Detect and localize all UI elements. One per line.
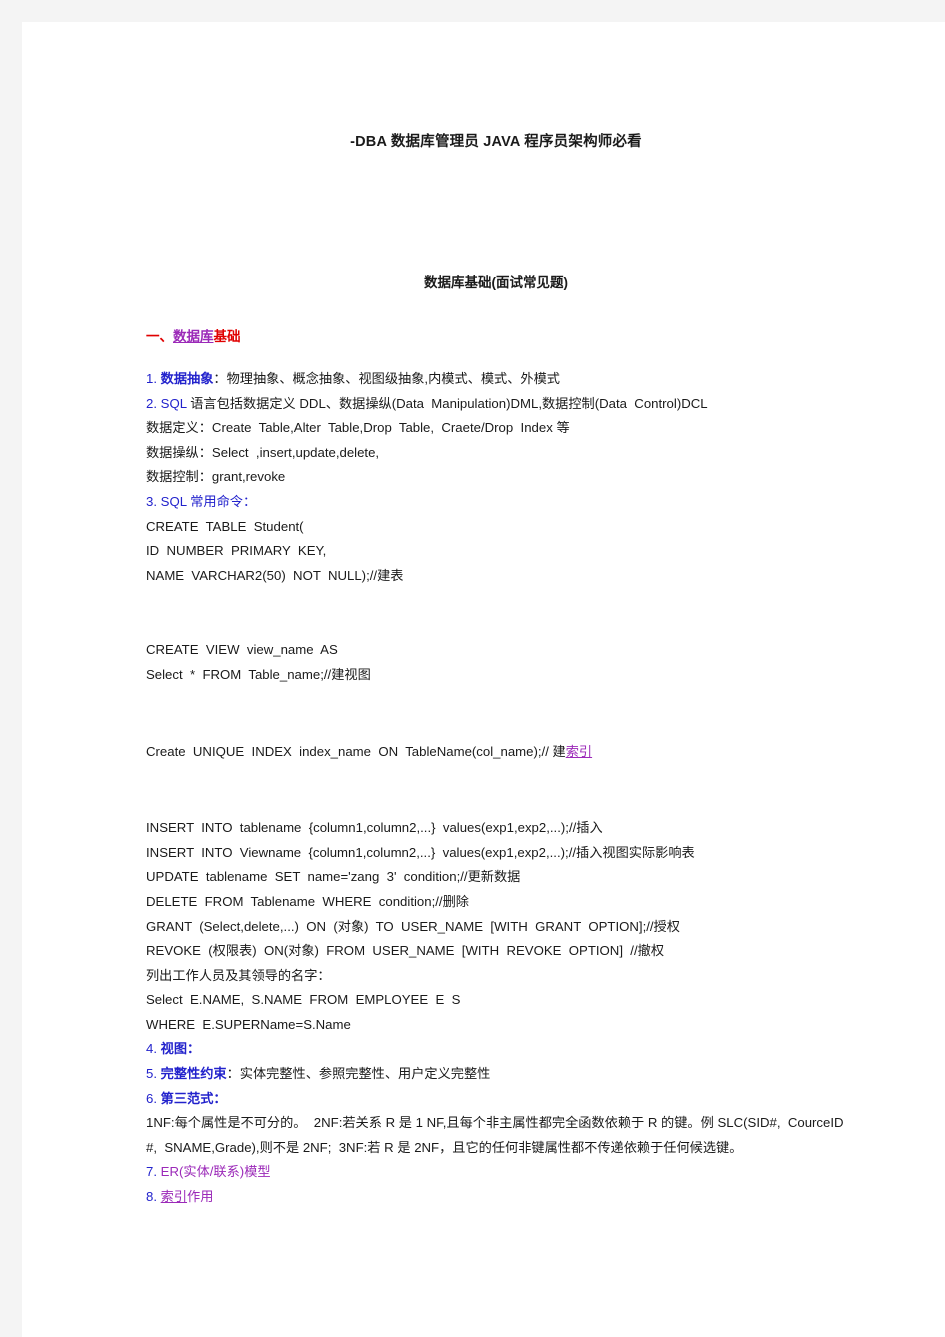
- link-database[interactable]: 数据库: [173, 329, 214, 344]
- create-table-line-2: NAME VARCHAR2(50) NOT NULL);//建表: [146, 567, 404, 583]
- link-index-1[interactable]: 索引: [566, 744, 592, 759]
- sql-subline-2: 数据控制：grant,revoke: [146, 469, 286, 485]
- document-page: -DBA 数据库管理员 JAVA 程序员架构师必看 数据库基础(面试常见题) 一…: [22, 22, 945, 1337]
- list-item-2-number: 2.: [146, 395, 157, 411]
- list-item-2-rest: 语言包括数据定义 DDL、数据操纵(Data Manipulation)DML,…: [190, 395, 708, 411]
- list-item-7: 7. ER(实体/联系)模型: [146, 1160, 846, 1185]
- create-table-line-0: CREATE TABLE Student(: [146, 518, 304, 534]
- document-subtitle: 数据库基础(面试常见题): [424, 275, 568, 290]
- list-item-4-rest: ：: [187, 1041, 201, 1057]
- section-heading: 一、数据库基础: [146, 325, 846, 345]
- document-title: -DBA 数据库管理员 JAVA 程序员架构师必看: [350, 134, 642, 150]
- list-item-4-number: 4.: [146, 1041, 157, 1057]
- list-item-6-keyword: 第三范式: [160, 1090, 214, 1106]
- document-content: -DBA 数据库管理员 JAVA 程序员架构师必看 数据库基础(面试常见题) 一…: [146, 22, 846, 1210]
- list-item-1-keyword: 数据抽象: [160, 371, 214, 386]
- list-item-8-rest: 作用: [187, 1189, 214, 1205]
- dml-line-7: Select E.NAME, S.NAME FROM EMPLOYEE E S: [146, 992, 461, 1008]
- list-item-5-number: 5.: [146, 1066, 157, 1082]
- create-index-line: Create UNIQUE INDEX index_name ON TableN…: [146, 740, 846, 765]
- dml-line-2: UPDATE tablename SET name='zang 3' condi…: [146, 869, 521, 885]
- list-item-6-number: 6.: [146, 1090, 157, 1106]
- create-view-line-1: Select * FROM Table_name;//建视图: [146, 666, 371, 682]
- list-item-5: 5. 完整性约束：实体完整性、参照完整性、用户定义完整性: [146, 1062, 846, 1087]
- sql-subline-1: 数据操纵：Select ,insert,update,delete,: [146, 444, 380, 460]
- list-item-6: 6. 第三范式：: [146, 1087, 846, 1112]
- list-item-6-rest: ：: [213, 1090, 227, 1106]
- spacer-after-create-view: [146, 688, 846, 740]
- sql-subline-0: 数据定义：Create Table,Alter Table,Drop Table…: [146, 420, 570, 436]
- list-item-7-text: ER(实体/联系)模型: [160, 1164, 271, 1180]
- section-heading-suffix: 基础: [213, 329, 241, 344]
- create-table-line-1: ID NUMBER PRIMARY KEY,: [146, 543, 327, 559]
- list-item-1: 1. 数据抽象：物理抽象、概念抽象、视图级抽象,内模式、模式、外模式: [146, 367, 846, 392]
- list-item-1-rest: ：物理抽象、概念抽象、视图级抽象,内模式、模式、外模式: [213, 371, 560, 386]
- section-heading-prefix: 一、: [146, 329, 173, 344]
- list-item-8-number: 8.: [146, 1189, 157, 1205]
- list-item-5-keyword: 完整性约束: [160, 1066, 227, 1082]
- dml-line-4: GRANT (Select,delete,...) ON (对象) TO USE…: [146, 918, 680, 934]
- list-item-3-rest: ：: [242, 493, 257, 509]
- list-item-5-rest: ：实体完整性、参照完整性、用户定义完整性: [226, 1066, 491, 1082]
- list-item-4-keyword: 视图: [160, 1041, 188, 1057]
- dml-line-5: REVOKE (权限表) ON(对象) FROM USER_NAME [WITH…: [146, 943, 665, 959]
- list-item-2: 2. SQL 语言包括数据定义 DDL、数据操纵(Data Manipulati…: [146, 392, 846, 417]
- list-item-4: 4. 视图：: [146, 1037, 846, 1062]
- dml-line-6: 列出工作人员及其领导的名字：: [146, 967, 331, 983]
- create-view-line-0: CREATE VIEW view_name AS: [146, 642, 338, 658]
- list-item-3: 3. SQL 常用命令：: [146, 490, 846, 515]
- dml-line-8: WHERE E.SUPERName=S.Name: [146, 1016, 351, 1032]
- list-item-2-keyword: SQL: [160, 395, 187, 411]
- list-item-8: 8. 索引作用: [146, 1185, 846, 1210]
- numbered-list: 1. 数据抽象：物理抽象、概念抽象、视图级抽象,内模式、模式、外模式 2. SQ…: [146, 367, 846, 1210]
- create-index-prefix: Create UNIQUE INDEX index_name ON TableN…: [146, 743, 566, 759]
- dml-line-0: INSERT INTO tablename {column1,column2,.…: [146, 820, 603, 836]
- normal-form-paragraph: 1NF:每个属性是不可分的。 2NF:若关系 R 是 1 NF,且每个非主属性都…: [146, 1115, 844, 1155]
- list-item-3-keyword: SQL 常用命令: [160, 493, 243, 509]
- spacer-after-create-table: [146, 588, 846, 638]
- list-item-1-number: 1.: [146, 371, 157, 386]
- link-index-2[interactable]: 索引: [161, 1189, 187, 1204]
- dml-line-3: DELETE FROM Tablename WHERE condition;//…: [146, 893, 469, 909]
- dml-line-1: INSERT INTO Viewname {column1,column2,..…: [146, 844, 695, 860]
- spacer-after-create-index: [146, 764, 846, 816]
- list-item-7-number: 7.: [146, 1164, 157, 1180]
- list-item-3-number: 3.: [146, 493, 157, 509]
